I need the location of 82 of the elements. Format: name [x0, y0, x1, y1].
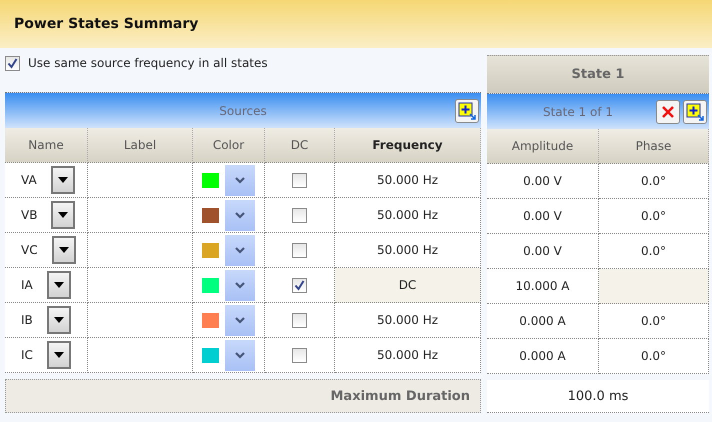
column-header: Name	[5, 128, 88, 163]
checkbox[interactable]	[5, 56, 20, 71]
amplitude-cell: 0.00 V	[487, 234, 599, 269]
label-cell[interactable]	[88, 303, 193, 338]
caret-icon	[54, 352, 64, 358]
frequency-cell: 50.000 Hz	[335, 163, 481, 198]
column-header: Amplitude	[487, 129, 599, 164]
column-header: Frequency	[335, 128, 481, 163]
color-dropdown[interactable]	[225, 164, 255, 196]
dropdown-button[interactable]	[46, 271, 71, 299]
dropdown-button[interactable]	[46, 306, 71, 334]
dc-checkbox[interactable]	[292, 348, 307, 362]
color-dropdown[interactable]	[225, 200, 255, 230]
duration-label: Maximum Duration	[5, 379, 481, 413]
chevron-icon	[235, 246, 245, 254]
color-dropdown[interactable]	[225, 304, 255, 336]
column-header: Phase	[599, 129, 709, 164]
label-cell[interactable]	[88, 338, 193, 373]
delete-button[interactable]	[656, 100, 680, 124]
phase-cell: 0.0°	[599, 339, 709, 374]
panel-title: Power States Summary	[14, 16, 198, 32]
source-name: IB	[21, 313, 33, 327]
source-name: IA	[21, 278, 33, 292]
phase-cell: 0.0°	[599, 234, 709, 269]
caret-icon	[54, 317, 64, 323]
source-name: VB	[21, 208, 38, 222]
amplitude-cell: 0.00 V	[487, 164, 599, 199]
amplitude-cell: 0.000 A	[487, 304, 599, 339]
chevron-icon	[235, 352, 245, 358]
source-name: IC	[21, 348, 33, 362]
caret-icon	[58, 177, 68, 183]
phase-cell: 0.0°	[599, 164, 709, 199]
phase-cell: 0.0°	[599, 199, 709, 234]
dc-checkbox[interactable]	[292, 242, 307, 258]
label-cell[interactable]	[88, 163, 193, 198]
frequency-cell: 50.000 Hz	[335, 233, 481, 268]
amplitude-cell: 0.00 V	[487, 199, 599, 234]
caret-icon	[58, 212, 68, 218]
source-name: VC	[21, 243, 38, 257]
chevron-icon	[235, 212, 245, 218]
sources-title: Sources	[219, 104, 267, 118]
dc-checkbox[interactable]	[292, 208, 307, 222]
dc-checkbox[interactable]	[292, 172, 307, 188]
dc-checkbox[interactable]	[292, 312, 307, 328]
add-state-button[interactable]	[683, 100, 707, 124]
chevron-icon	[235, 316, 245, 324]
dc-checkbox[interactable]	[292, 278, 307, 292]
add-icon	[458, 102, 476, 120]
frequency-cell: 50.000 Hz	[335, 303, 481, 338]
column-header: Color	[193, 128, 265, 163]
column-header: DC	[265, 128, 335, 163]
frequency-cell: DC	[335, 268, 481, 303]
dropdown-button[interactable]	[50, 166, 75, 194]
label-cell[interactable]	[88, 268, 193, 303]
checkmark-icon	[7, 58, 18, 69]
dropdown-button[interactable]	[51, 201, 76, 229]
frequency-cell: 50.000 Hz	[335, 198, 481, 233]
checkbox-label: Use same source frequency in all states	[28, 56, 268, 70]
chevron-icon	[235, 176, 245, 184]
label-cell[interactable]	[88, 233, 193, 268]
color-dropdown[interactable]	[225, 270, 255, 300]
dropdown-button[interactable]	[46, 341, 71, 369]
frequency-cell: 50.000 Hz	[335, 338, 481, 373]
add-source-button[interactable]	[455, 99, 479, 123]
chevron-icon	[235, 282, 245, 288]
amplitude-cell: 10.000 A	[487, 269, 599, 304]
close-icon	[661, 105, 675, 119]
color-dropdown[interactable]	[225, 340, 255, 370]
dropdown-button[interactable]	[52, 236, 76, 264]
label-cell[interactable]	[88, 198, 193, 233]
duration-value: 100.0 ms	[487, 380, 709, 413]
caret-icon	[58, 247, 69, 253]
checkmark-icon	[294, 280, 305, 290]
color-dropdown[interactable]	[225, 234, 255, 266]
source-name: VA	[21, 173, 37, 187]
phase-cell: 0.0°	[599, 304, 709, 339]
state-subtitle: State 1 of 1	[542, 104, 614, 118]
state-title: State 1	[572, 67, 624, 82]
amplitude-cell: 0.000 A	[487, 339, 599, 374]
add-icon	[686, 103, 704, 121]
caret-icon	[54, 282, 64, 288]
column-header: Label	[88, 128, 193, 163]
